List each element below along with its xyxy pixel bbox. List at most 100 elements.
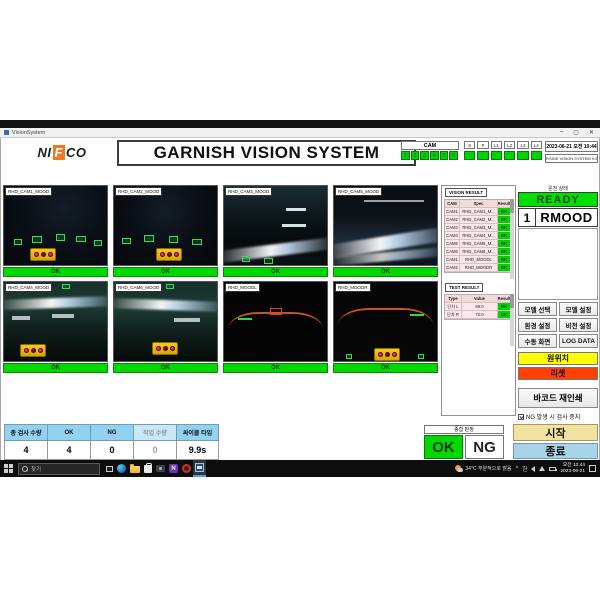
io-lamp-l4	[531, 151, 542, 160]
edge-browser-button[interactable]	[115, 460, 128, 477]
table-row: 단차 R72.0OK	[445, 311, 509, 319]
vision-result-title: VISION RESULT	[445, 188, 487, 197]
model-number: 1	[518, 208, 536, 227]
taskbar-clock[interactable]: 오전 10:44 2023-06-21	[560, 463, 585, 475]
screenshot-canvas: VisionSystem – ▢ ✕ NIFCO GARNISH VISION …	[0, 0, 600, 600]
close-button[interactable]: ✕	[589, 129, 594, 136]
search-placeholder: 찾기	[31, 465, 41, 473]
n-app-icon: N	[169, 464, 178, 473]
clock-time: 오전 10:44	[560, 463, 585, 469]
camera-image-4: RHD_CAM5_MOOD	[333, 185, 438, 266]
camera-app-button[interactable]	[154, 460, 167, 477]
tray-expand-chevron[interactable]: ^	[516, 466, 519, 472]
table-row: CAM2RHD_CAM2_M...OK	[445, 216, 509, 224]
windows-logo-icon	[4, 464, 13, 473]
light-bar	[286, 208, 306, 211]
result-rail: VISION RESULT CAM Spec Result CAM1RHD_CA…	[441, 185, 516, 416]
io-label-l4: L4	[531, 141, 542, 149]
network-icon[interactable]	[539, 466, 545, 471]
detection-overlay	[242, 256, 250, 262]
version-display: F/SIDE VISION SYSTEM 9.0	[545, 154, 598, 163]
table-row: 단차 L69.0OK	[445, 303, 509, 311]
file-explorer-button[interactable]	[128, 460, 141, 477]
vision-col-cam: CAM	[445, 200, 460, 208]
io-indicator-panel: S P L1 L2 L3 L4	[464, 141, 542, 160]
detection-overlay	[169, 236, 178, 243]
cam-panel-label: CAM	[401, 141, 459, 150]
light-bar	[282, 224, 306, 227]
recorder-app-button[interactable]	[180, 460, 193, 477]
ime-indicator[interactable]: 한	[522, 465, 527, 473]
nifco-logo: NIFCO	[9, 141, 115, 164]
cell: RHD_MOODL	[460, 256, 498, 264]
stat-header-work: 작업 수량	[133, 424, 176, 441]
vision-app-button-active[interactable]	[193, 460, 206, 477]
taskbar: 찾기 N 34°C 부분적으로 맑음 ^ 한 오전 10:	[0, 460, 600, 477]
ng-stop-checkbox[interactable]: NG 발생 시 검사 중지	[518, 412, 598, 421]
model-select-button[interactable]: 모델 선택	[518, 302, 557, 316]
n-app-button[interactable]: N	[167, 460, 180, 477]
camera-image-8: RHD_MOODR	[333, 281, 438, 362]
taskbar-search-box[interactable]: 찾기	[18, 463, 100, 475]
io-label-p: P	[477, 141, 488, 149]
start-menu-button[interactable]	[0, 460, 16, 477]
app-icon	[4, 130, 9, 135]
vision-setting-button[interactable]: 비전 설정	[559, 318, 598, 332]
model-setting-button[interactable]: 모델 설정	[559, 302, 598, 316]
clock-date: 2023-06-21	[560, 469, 585, 475]
camera-view-4: RHD_CAM5_MOOD OK	[333, 185, 438, 278]
store-button[interactable]	[141, 460, 154, 477]
reset-button[interactable]: 리셋	[518, 367, 598, 380]
action-center-icon[interactable]	[589, 465, 596, 472]
light-bar	[52, 314, 74, 318]
task-view-icon	[106, 466, 113, 472]
log-data-button[interactable]: LOG DATA	[559, 334, 598, 348]
battery-icon[interactable]	[549, 467, 556, 471]
cell: RHD_CAM5_M...	[460, 240, 498, 248]
test-col-type: Type	[445, 295, 462, 303]
cell: CAM4	[445, 232, 460, 240]
camera-icon	[156, 465, 165, 472]
vision-app-icon	[195, 463, 204, 472]
env-setting-button[interactable]: 환경 설정	[518, 318, 557, 332]
camera-label-3: RHD_CAM3_MOOD	[225, 187, 272, 196]
cell: RHD_CAM6_M...	[460, 248, 498, 256]
cell: 72.0	[462, 311, 498, 319]
datetime-panel: 2023-06-21 오전 10:44 F/SIDE VISION SYSTEM…	[545, 141, 598, 163]
detection-overlay	[62, 284, 70, 289]
stop-button[interactable]: 종료	[513, 443, 598, 459]
camera-image-6: RHD_CAM6_MOOD	[113, 281, 218, 362]
edge-icon	[117, 464, 126, 473]
home-position-button[interactable]: 원위치	[518, 352, 598, 365]
camera-view-2: RHD_CAM2_MOOD OK	[113, 185, 218, 278]
table-row: CAM6RHD_CAM6_M...OK	[445, 248, 509, 256]
task-view-button[interactable]	[103, 460, 115, 477]
stats-table: 총 검사 수량 OK NG 작업 수량 싸이클 타임 4 4 0 0 9.9s	[4, 424, 219, 460]
table-row: CAM3RHD_CAM3_M...OK	[445, 224, 509, 232]
light-bar	[174, 318, 200, 322]
taskbar-weather[interactable]: 34°C 부분적으로 맑음	[455, 465, 511, 473]
camera-image-1: RHD_CAM1_MOOD	[3, 185, 108, 266]
camera-view-6: RHD_CAM6_MOOD OK	[113, 281, 218, 374]
camera-image-3: RHD_CAM3_MOOD	[223, 185, 328, 266]
cell: RHD_CAM2_M...	[460, 216, 498, 224]
camera-status-5: OK	[3, 363, 108, 373]
cam-indicator-panel: CAM 1 2 3 4 5 6	[401, 141, 459, 160]
io-label-l3: L3	[517, 141, 528, 149]
test-table-scrollbar[interactable]	[510, 294, 514, 346]
camera-view-3: RHD_CAM3_MOOD OK	[223, 185, 328, 278]
io-lamp-l3	[517, 151, 528, 160]
minimize-button[interactable]: –	[560, 129, 563, 136]
manual-screen-button[interactable]: 수동 화면	[518, 334, 557, 348]
stat-value-cycle: 9.9s	[176, 441, 219, 460]
fixture-buttons-overlay	[152, 342, 178, 355]
maximize-button[interactable]: ▢	[573, 129, 579, 136]
checkbox-icon[interactable]	[518, 414, 524, 420]
barcode-reprint-button[interactable]: 바코드 재인쇄	[518, 388, 598, 408]
speaker-icon[interactable]	[531, 466, 535, 472]
io-label-s: S	[464, 141, 475, 149]
vision-table-scrollbar[interactable]	[510, 199, 514, 279]
camera-view-8: RHD_MOODR OK	[333, 281, 438, 374]
start-button[interactable]: 시작	[513, 424, 598, 441]
table-row: CAM2RHD_MOODROK	[445, 264, 509, 272]
